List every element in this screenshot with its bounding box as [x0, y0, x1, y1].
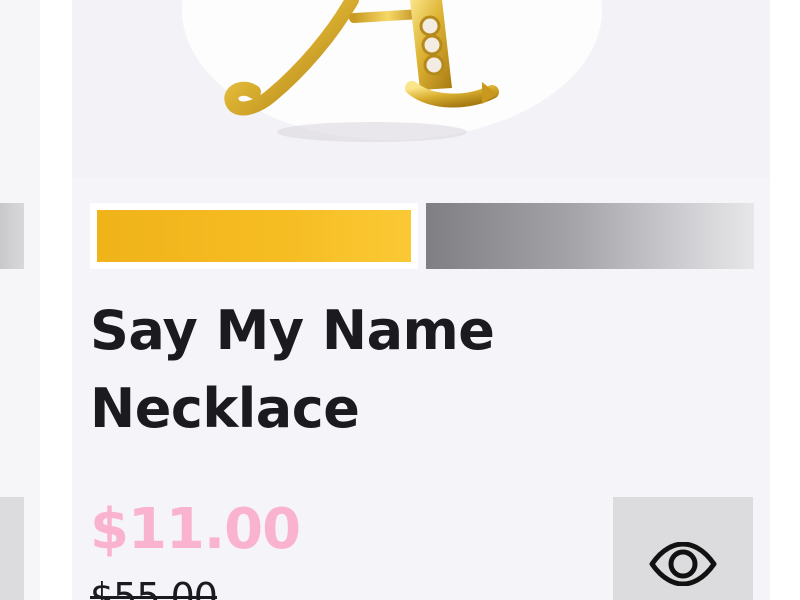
- product-title-line-2: Necklace: [90, 377, 360, 440]
- previous-product-quick-view-button[interactable]: [0, 497, 24, 600]
- original-price: $55.00: [90, 575, 218, 600]
- quick-view-button[interactable]: [613, 497, 753, 600]
- product-card: Say My Name Necklace $11.00 $55.00: [72, 0, 770, 600]
- swatch-gold-fill: [97, 210, 411, 262]
- letter-a-pendant-image: [224, 0, 499, 142]
- product-title-line-1: Say My Name: [90, 299, 495, 362]
- product-image[interactable]: [72, 0, 770, 178]
- product-title[interactable]: Say My Name Necklace: [90, 292, 690, 448]
- previous-product-card[interactable]: [0, 0, 40, 600]
- product-carousel: Say My Name Necklace $11.00 $55.00: [0, 0, 800, 600]
- previous-product-swatch[interactable]: [0, 203, 24, 269]
- sale-price: $11.00: [90, 497, 301, 562]
- swatch-gold[interactable]: [90, 203, 418, 269]
- eye-icon: [649, 542, 717, 586]
- swatch-silver[interactable]: [426, 203, 754, 269]
